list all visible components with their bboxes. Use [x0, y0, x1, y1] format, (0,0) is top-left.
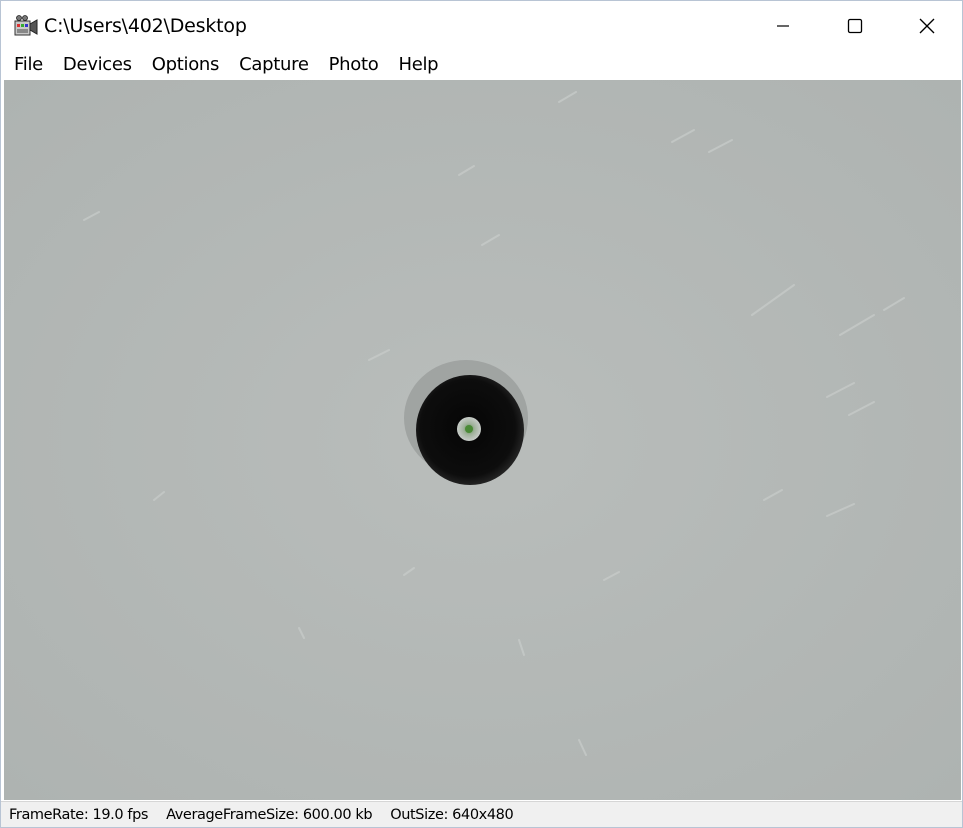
title-bar[interactable]: C:\Users\402\Desktop: [1, 1, 962, 51]
menu-help[interactable]: Help: [388, 51, 448, 79]
close-icon: [919, 18, 935, 34]
maximize-icon: [847, 18, 863, 34]
capture-window: C:\Users\402\Desktop File Devices Option…: [0, 0, 963, 828]
minimize-icon: [777, 25, 789, 27]
menu-bar: File Devices Options Capture Photo Help: [1, 51, 962, 79]
average-frame-size-status: AverageFrameSize: 600.00 kb: [166, 807, 373, 823]
maximize-button[interactable]: [819, 1, 891, 51]
menu-devices[interactable]: Devices: [53, 51, 142, 79]
camera-feed-image: [4, 80, 961, 800]
menu-options[interactable]: Options: [142, 51, 229, 79]
minimize-button[interactable]: [747, 1, 819, 51]
window-title: C:\Users\402\Desktop: [44, 15, 247, 37]
video-camera-icon: [14, 15, 38, 37]
menu-photo[interactable]: Photo: [319, 51, 389, 79]
frame-rate-status: FrameRate: 19.0 fps: [9, 807, 149, 823]
status-bar: FrameRate: 19.0 fps AverageFrameSize: 60…: [1, 801, 962, 827]
menu-file[interactable]: File: [4, 51, 53, 79]
out-size-status: OutSize: 640x480: [390, 807, 514, 823]
video-preview[interactable]: [4, 80, 961, 800]
menu-capture[interactable]: Capture: [229, 51, 318, 79]
close-button[interactable]: [891, 1, 962, 51]
